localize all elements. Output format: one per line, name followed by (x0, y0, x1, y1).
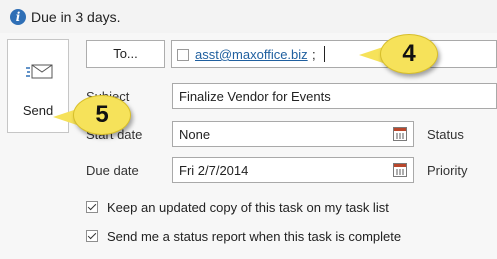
status-report-checkbox[interactable] (86, 230, 98, 242)
callout-5: 5 (73, 95, 131, 135)
to-field[interactable]: asst@maxoffice.biz ; (171, 40, 497, 68)
info-icon: i (10, 9, 26, 25)
due-date-value: Fri 2/7/2014 (179, 163, 249, 178)
keep-copy-label: Keep an updated copy of this task on my … (107, 200, 389, 215)
subject-field[interactable]: Finalize Vendor for Events (172, 83, 497, 109)
status-report-label: Send me a status report when this task i… (107, 229, 402, 244)
send-icon (26, 64, 53, 79)
info-bar: i Due in 3 days. (0, 0, 497, 33)
recipient-checkbox[interactable] (177, 49, 189, 61)
subject-value: Finalize Vendor for Events (179, 89, 331, 104)
recipient-separator: ; (312, 47, 316, 62)
due-date-label: Due date (86, 163, 139, 178)
info-bar-text: Due in 3 days. (31, 9, 121, 25)
priority-label: Priority (427, 163, 468, 178)
status-label: Status (427, 127, 464, 142)
calendar-icon[interactable] (393, 127, 407, 141)
keep-copy-checkbox[interactable] (86, 201, 98, 213)
start-date-value: None (179, 127, 211, 142)
due-date-field[interactable]: Fri 2/7/2014 (172, 157, 414, 183)
calendar-icon[interactable] (393, 163, 407, 177)
callout-4: 4 (380, 34, 438, 74)
to-button[interactable]: To... (86, 40, 165, 68)
text-cursor (324, 46, 325, 62)
start-date-field[interactable]: None (172, 121, 414, 147)
recipient-link[interactable]: asst@maxoffice.biz (195, 47, 308, 62)
